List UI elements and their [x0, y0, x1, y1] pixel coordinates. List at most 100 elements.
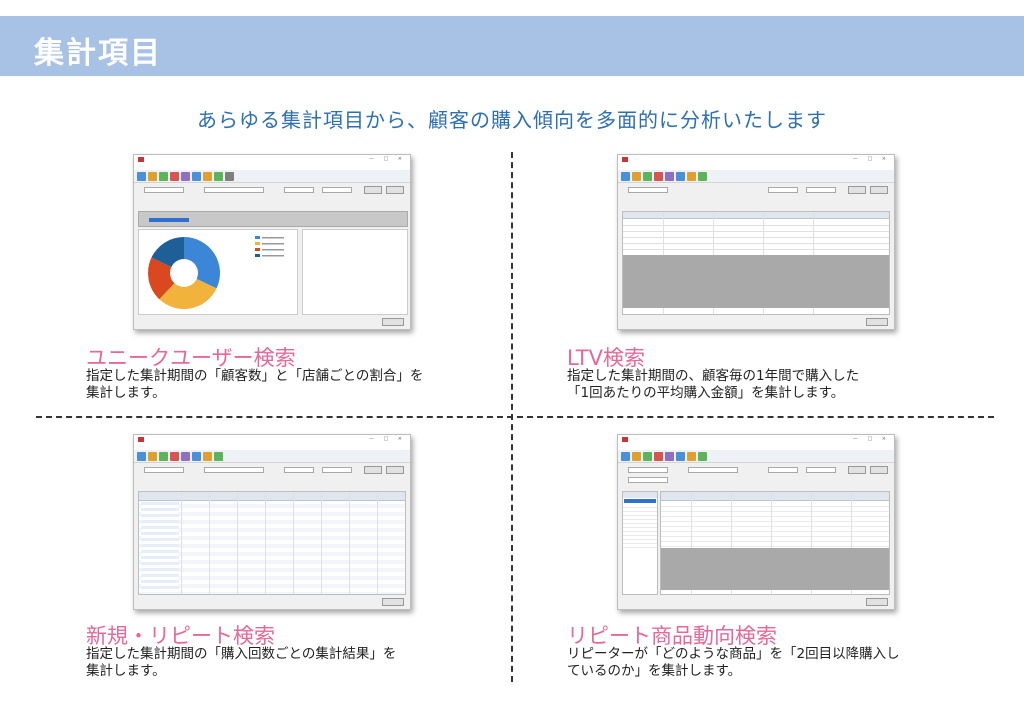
- form-field: [144, 467, 184, 473]
- export-button: [866, 318, 888, 326]
- grid-col: [237, 492, 238, 594]
- toolbar-icon: [192, 171, 201, 181]
- clear-button: [870, 186, 888, 194]
- form-field: [806, 187, 836, 193]
- form-field: [806, 467, 836, 473]
- legend-swatch: [255, 242, 260, 245]
- search-button: [364, 466, 382, 474]
- toolbar-icon: [148, 451, 157, 461]
- toolbar-icon: [687, 451, 696, 461]
- toolbar-icon: [676, 451, 685, 461]
- window-toolbar: [134, 170, 410, 183]
- legend-swatch: [255, 248, 260, 251]
- desc-line: 集計します。: [86, 663, 166, 679]
- export-button: [382, 598, 404, 606]
- toolbar-icon: [159, 451, 168, 461]
- toolbar-icon: [665, 451, 674, 461]
- grid-col: [321, 492, 322, 594]
- results-grid: [660, 491, 890, 595]
- desc-line: 指定した集計期間の「顧客数」と「店舗ごとの割合」を: [86, 368, 424, 384]
- toolbar-icon: [214, 171, 223, 181]
- toolbar-icon: [621, 171, 630, 181]
- grid-header: [139, 492, 405, 501]
- form-field: [688, 467, 738, 473]
- grid-header: [661, 492, 889, 501]
- toolbar-icon: [654, 451, 663, 461]
- form-field: [204, 187, 264, 193]
- app-icon: [622, 157, 628, 162]
- app-icon: [138, 157, 144, 162]
- toolbar-icon: [632, 171, 641, 181]
- page-subtitle: あらゆる集計項目から、顧客の購入傾向を多面的に分析いたします: [197, 108, 827, 132]
- new-repeat-screenshot: — □ ×: [133, 434, 411, 610]
- section-desc-new-repeat: 指定した集計期間の「購入回数ごとの集計結果」を 集計します。: [86, 646, 486, 680]
- form-field: [628, 477, 668, 483]
- legend: [255, 236, 284, 257]
- window-titlebar: — □ ×: [134, 155, 410, 164]
- toolbar-icon: [181, 171, 190, 181]
- grid-col: [349, 492, 350, 594]
- legend-text-line: [262, 249, 284, 251]
- selected-cell: [149, 218, 189, 222]
- toolbar-icon: [137, 171, 146, 181]
- legend-swatch: [255, 254, 260, 257]
- toolbar-icon: [214, 451, 223, 461]
- pie-hole: [170, 259, 198, 287]
- results-grid: [138, 491, 406, 595]
- search-button: [848, 466, 866, 474]
- desc-line: 指定した集計期間の、顧客毎の1年間で購入した: [567, 368, 860, 384]
- form-field: [322, 467, 352, 473]
- app-icon: [138, 437, 144, 442]
- toolbar-icon: [687, 171, 696, 181]
- window-titlebar: — □ ×: [618, 435, 894, 444]
- unique-user-screenshot: — □ ×: [133, 154, 411, 330]
- side-panel: [302, 229, 408, 315]
- toolbar-icon: [148, 171, 157, 181]
- clear-button: [386, 466, 404, 474]
- empty-grid-area: [623, 255, 889, 308]
- ltv-screenshot: — □ ×: [617, 154, 895, 330]
- desc-line: 集計します。: [86, 385, 166, 401]
- form-field: [628, 187, 668, 193]
- clear-button: [386, 186, 404, 194]
- desc-line: リピーターが「どのような商品」を「2回目以降購入し: [567, 646, 900, 662]
- search-button: [364, 186, 382, 194]
- toolbar-icon: [698, 171, 707, 181]
- window-toolbar: [618, 450, 894, 463]
- section-desc-ltv: 指定した集計期間の、顧客毎の1年間で購入した 「1回あたりの平均購入金額」を集計…: [567, 368, 967, 402]
- chart-area: [138, 229, 298, 315]
- toolbar-icon: [654, 171, 663, 181]
- legend-text-line: [262, 237, 284, 239]
- window-controls-icon: — □ ×: [852, 156, 890, 162]
- toolbar-icon: [621, 451, 630, 461]
- window-titlebar: — □ ×: [618, 155, 894, 164]
- clear-button: [870, 466, 888, 474]
- toolbar-icon: [170, 451, 179, 461]
- form-field: [768, 467, 798, 473]
- toolbar-icon: [137, 451, 146, 461]
- toolbar-icon: [170, 171, 179, 181]
- search-form: [618, 463, 894, 489]
- empty-grid-area: [661, 548, 889, 590]
- window-toolbar: [134, 450, 410, 463]
- window-controls-icon: — □ ×: [368, 436, 406, 442]
- window-toolbar: [618, 170, 894, 183]
- toolbar-icon: [676, 171, 685, 181]
- toolbar-icon: [665, 171, 674, 181]
- legend-swatch: [255, 236, 260, 239]
- section-desc-repeat-product: リピーターが「どのような商品」を「2回目以降購入し ているのか」を集計します。: [567, 646, 967, 680]
- window-controls-icon: — □ ×: [368, 156, 406, 162]
- date-column: [141, 502, 179, 592]
- grid-col: [209, 492, 210, 594]
- toolbar-icon: [632, 451, 641, 461]
- list-rows: [623, 504, 657, 549]
- grid-col: [377, 492, 378, 594]
- customer-list: [622, 491, 658, 595]
- desc-line: ているのか」を集計します。: [567, 663, 742, 679]
- section-desc-unique-user: 指定した集計期間の「顧客数」と「店舗ごとの割合」を 集計します。: [86, 368, 486, 402]
- app-icon: [622, 437, 628, 442]
- toolbar-icon: [159, 171, 168, 181]
- toolbar-icon: [181, 451, 190, 461]
- toolbar-icon: [643, 171, 652, 181]
- form-field: [768, 187, 798, 193]
